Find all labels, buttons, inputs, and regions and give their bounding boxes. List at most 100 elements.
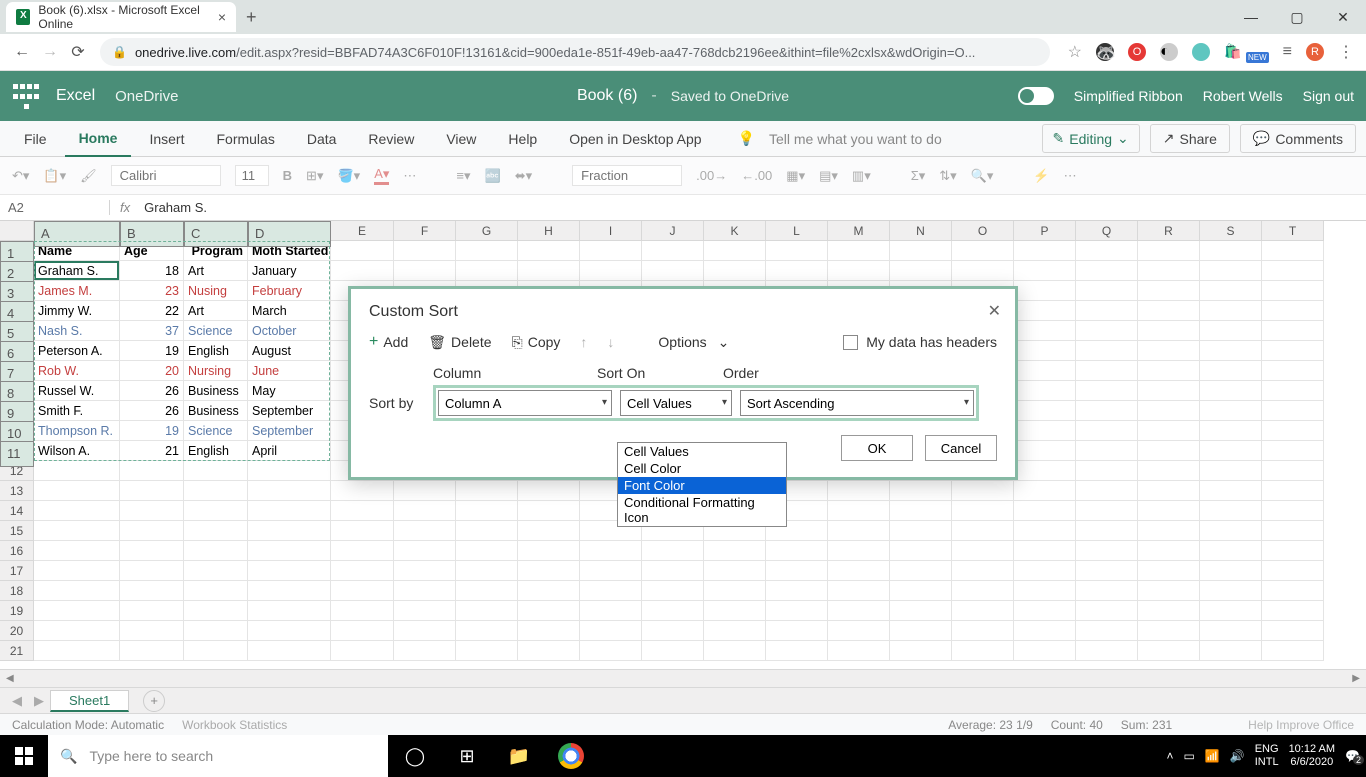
cell[interactable] xyxy=(1076,341,1138,361)
cell[interactable] xyxy=(120,601,184,621)
cell[interactable] xyxy=(248,581,331,601)
increase-decimal-button[interactable]: .00→ xyxy=(696,168,727,183)
cell[interactable]: 19 xyxy=(120,421,184,441)
cell[interactable] xyxy=(184,541,248,561)
cell[interactable] xyxy=(34,641,120,661)
column-header[interactable]: S xyxy=(1200,221,1262,241)
cell[interactable] xyxy=(1262,281,1324,301)
cell[interactable] xyxy=(1076,261,1138,281)
cell[interactable] xyxy=(34,521,120,541)
cell[interactable] xyxy=(394,581,456,601)
cell[interactable]: Thompson R. xyxy=(34,421,120,441)
document-title[interactable]: Book (6) xyxy=(577,87,637,105)
cell[interactable]: 18 xyxy=(120,261,184,281)
column-header[interactable]: L xyxy=(766,221,828,241)
column-header[interactable]: P xyxy=(1014,221,1076,241)
cell[interactable] xyxy=(331,641,394,661)
cell[interactable] xyxy=(766,581,828,601)
cell[interactable]: March xyxy=(248,301,331,321)
cell[interactable] xyxy=(704,641,766,661)
cell[interactable] xyxy=(642,541,704,561)
borders-button[interactable]: ⊞▾ xyxy=(306,168,323,184)
cell[interactable] xyxy=(1262,641,1324,661)
cell[interactable] xyxy=(331,541,394,561)
cell[interactable] xyxy=(1076,401,1138,421)
cell[interactable] xyxy=(184,601,248,621)
cell[interactable] xyxy=(1076,241,1138,261)
cell[interactable] xyxy=(642,581,704,601)
cell[interactable] xyxy=(952,521,1014,541)
dropdown-option[interactable]: Cell Color xyxy=(618,460,786,477)
move-up-button[interactable]: ↑ xyxy=(580,334,587,350)
cell[interactable] xyxy=(828,241,890,261)
cell[interactable] xyxy=(1014,561,1076,581)
cell[interactable] xyxy=(1076,461,1138,481)
cell[interactable]: September xyxy=(248,421,331,441)
cell[interactable] xyxy=(1138,521,1200,541)
cell[interactable] xyxy=(642,561,704,581)
cell[interactable] xyxy=(1138,421,1200,441)
align-button[interactable]: ≡▾ xyxy=(456,168,470,184)
cell[interactable] xyxy=(1138,441,1200,461)
cell[interactable] xyxy=(394,541,456,561)
cell[interactable] xyxy=(518,641,580,661)
cell[interactable] xyxy=(1138,281,1200,301)
select-all-corner[interactable] xyxy=(0,221,34,241)
cell[interactable] xyxy=(1200,561,1262,581)
row-header[interactable]: 11 xyxy=(0,441,34,467)
cell[interactable] xyxy=(952,601,1014,621)
cell[interactable]: 37 xyxy=(120,321,184,341)
cell[interactable]: Rob W. xyxy=(34,361,120,381)
cell[interactable] xyxy=(456,481,518,501)
cell[interactable] xyxy=(890,481,952,501)
delete-level-button[interactable]: 🗑Delete xyxy=(428,334,491,351)
row-header[interactable]: 19 xyxy=(0,601,34,621)
cell[interactable]: Graham S. xyxy=(34,261,120,281)
tray-chevron-icon[interactable]: ˄ xyxy=(1166,749,1173,763)
ideas-button[interactable]: ⚡ xyxy=(1033,168,1049,184)
cell[interactable] xyxy=(248,521,331,541)
cell[interactable] xyxy=(184,501,248,521)
app-name[interactable]: Excel xyxy=(56,87,95,105)
cell[interactable] xyxy=(1014,521,1076,541)
back-button[interactable]: ← xyxy=(8,38,36,66)
cell[interactable] xyxy=(120,481,184,501)
cell[interactable] xyxy=(1014,641,1076,661)
cell[interactable]: Science xyxy=(184,321,248,341)
cell[interactable] xyxy=(952,561,1014,581)
cell[interactable] xyxy=(952,261,1014,281)
cell[interactable] xyxy=(828,601,890,621)
cell[interactable] xyxy=(120,461,184,481)
sheet-nav-next[interactable]: ▶ xyxy=(28,693,50,709)
cell[interactable] xyxy=(1200,641,1262,661)
dropdown-option[interactable]: Conditional Formatting Icon xyxy=(618,494,786,526)
cell[interactable] xyxy=(518,501,580,521)
cell[interactable] xyxy=(394,481,456,501)
column-select[interactable]: Column A▾ xyxy=(438,390,612,416)
fx-icon[interactable]: fx xyxy=(110,200,140,215)
cell[interactable] xyxy=(518,541,580,561)
cell[interactable] xyxy=(1200,321,1262,341)
merge-button[interactable]: ⬌▾ xyxy=(515,168,532,184)
cell[interactable] xyxy=(1014,501,1076,521)
column-header[interactable]: O xyxy=(952,221,1014,241)
cell[interactable]: Wilson A. xyxy=(34,441,120,461)
cell[interactable] xyxy=(642,641,704,661)
add-sheet-button[interactable]: + xyxy=(143,690,165,712)
name-box[interactable]: A2 xyxy=(0,200,110,215)
cell[interactable]: May xyxy=(248,381,331,401)
add-level-button[interactable]: +Add xyxy=(369,333,408,351)
cell[interactable] xyxy=(952,541,1014,561)
cell[interactable] xyxy=(1262,461,1324,481)
cell[interactable] xyxy=(580,561,642,581)
cell[interactable] xyxy=(1262,501,1324,521)
cell[interactable] xyxy=(394,561,456,581)
cell[interactable] xyxy=(766,641,828,661)
dialog-close-icon[interactable]: ✕ xyxy=(988,301,1001,321)
cell[interactable] xyxy=(34,481,120,501)
cell[interactable] xyxy=(828,621,890,641)
volume-icon[interactable]: 🔊 xyxy=(1230,749,1245,763)
scroll-right-icon[interactable]: ▶ xyxy=(1352,673,1360,684)
cell[interactable] xyxy=(1138,561,1200,581)
cell[interactable] xyxy=(1138,461,1200,481)
